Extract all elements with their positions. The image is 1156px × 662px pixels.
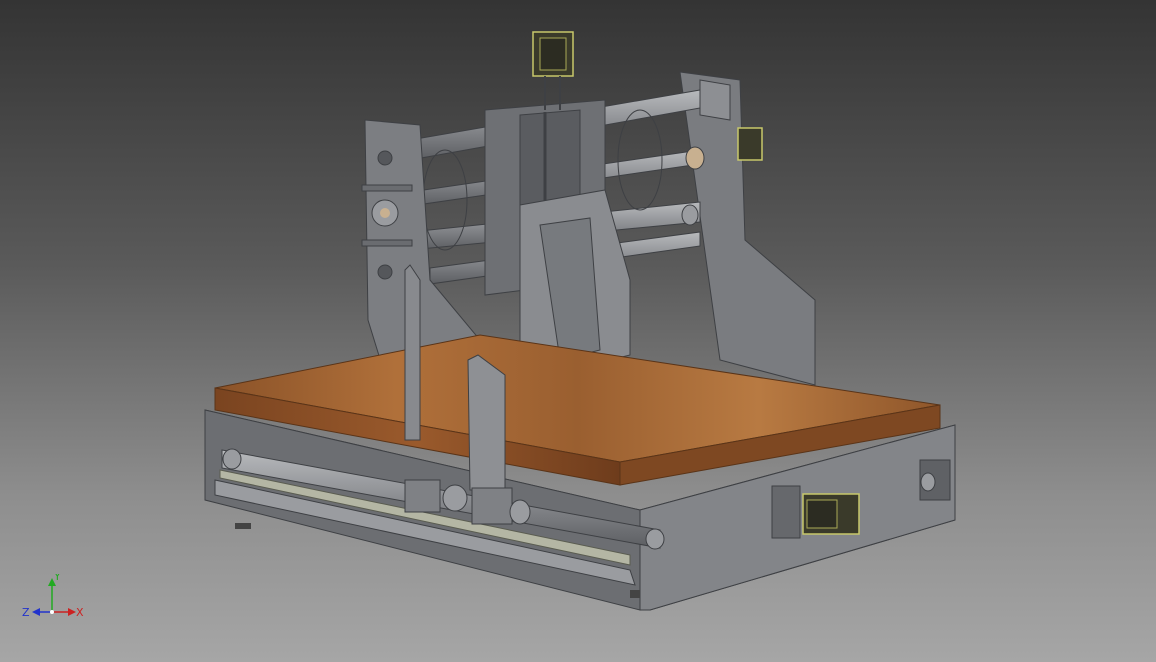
3d-viewport[interactable]: X Y Z: [0, 0, 1156, 662]
z-axis-carriage: [484, 31, 631, 371]
cnc-router-model[interactable]: [0, 0, 1156, 662]
x-axis-arrow: [68, 608, 76, 616]
x-axis-label: X: [76, 606, 84, 619]
y-axis-label: Y: [53, 574, 61, 583]
z-axis-arrow: [32, 608, 40, 616]
gantry-right-plate: [679, 71, 816, 386]
triad-origin: [50, 610, 54, 614]
z-axis-label: Z: [22, 606, 30, 619]
view-orientation-triad[interactable]: X Y Z: [18, 574, 90, 626]
y-axis-motor: [771, 485, 860, 539]
